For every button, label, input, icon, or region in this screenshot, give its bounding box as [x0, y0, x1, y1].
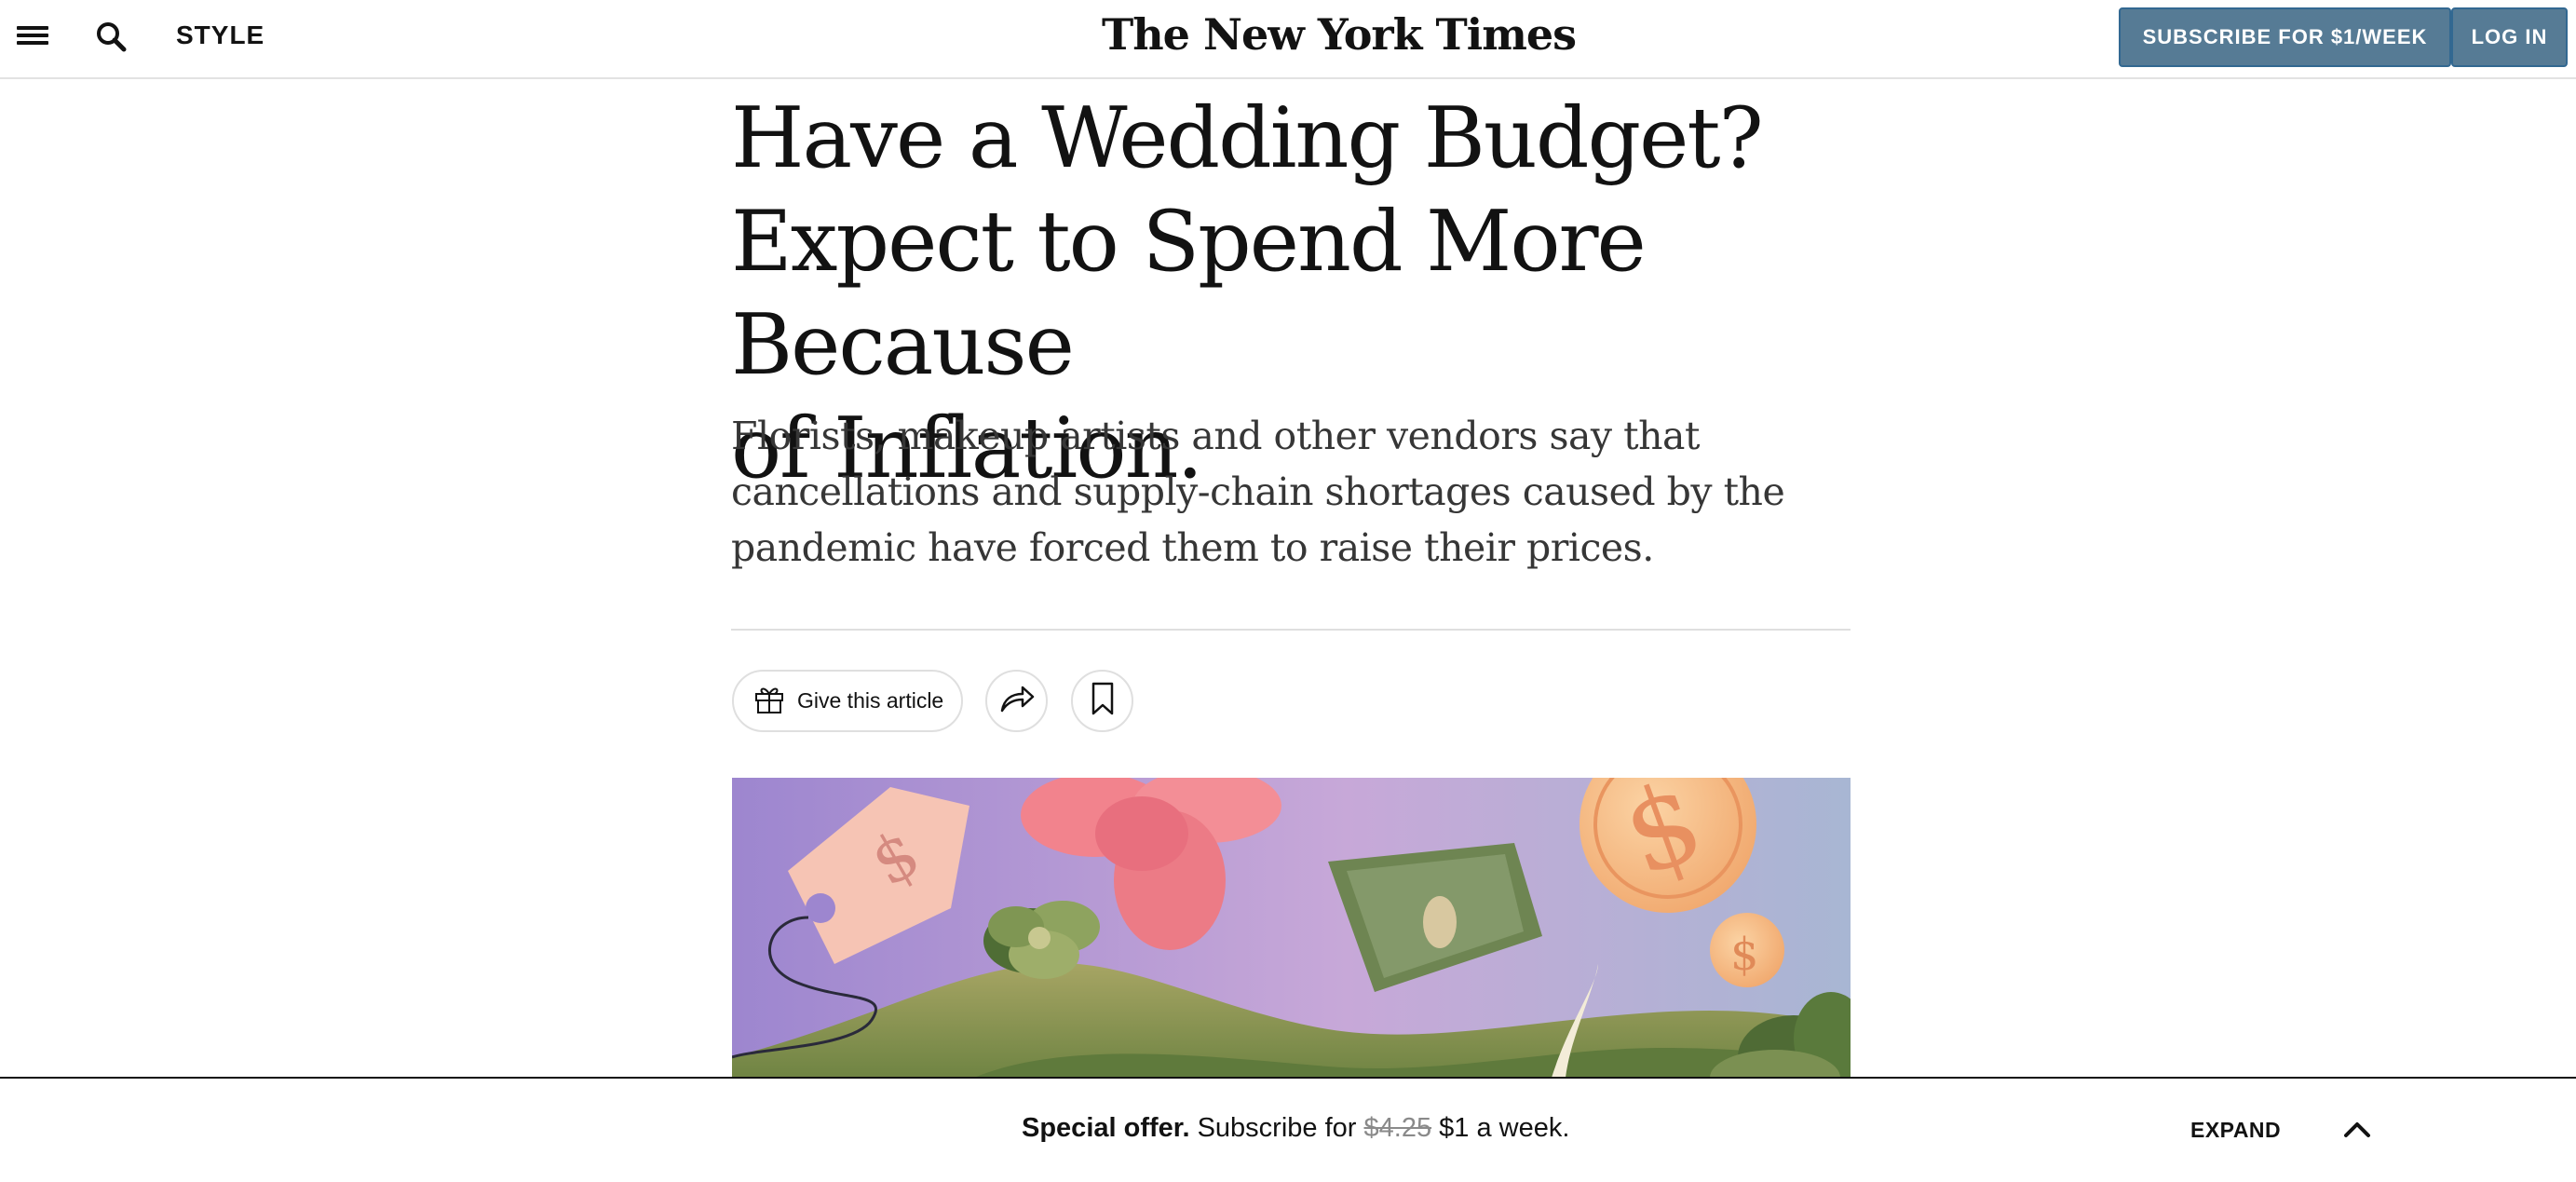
offer-lead: Special offer.	[1022, 1113, 1190, 1143]
give-article-button[interactable]: Give this article	[732, 670, 963, 732]
bookmark-icon	[1090, 681, 1116, 721]
menu-icon[interactable]	[17, 22, 48, 50]
offer-text-after: $1 a week.	[1431, 1113, 1570, 1143]
section-link-style[interactable]: STYLE	[176, 20, 264, 50]
subscribe-button[interactable]: SUBSCRIBE FOR $1/WEEK	[2119, 7, 2451, 67]
headline-line: Expect to Spend More Because	[731, 193, 1647, 394]
offer-text[interactable]: Special offer. Subscribe for $4.25 $1 a …	[1022, 1113, 1569, 1144]
expand-button[interactable]: EXPAND	[2190, 1118, 2281, 1143]
login-button[interactable]: LOG IN	[2451, 7, 2568, 67]
special-offer-bar: Special offer. Subscribe for $4.25 $1 a …	[0, 1077, 2576, 1182]
offer-text-before: Subscribe for	[1189, 1113, 1364, 1143]
svg-text:$: $	[1730, 929, 1759, 981]
nyt-logo[interactable]: The New York Times	[1102, 9, 1577, 60]
give-article-label: Give this article	[797, 688, 944, 713]
top-navigation-bar: STYLE The New York Times SUBSCRIBE FOR $…	[0, 0, 2576, 79]
save-button[interactable]	[1071, 670, 1133, 732]
chevron-up-icon[interactable]	[2341, 1116, 2373, 1142]
offer-old-price: $4.25	[1363, 1113, 1432, 1143]
headline-line: Have a Wedding Budget?	[731, 89, 1764, 187]
divider	[731, 629, 1851, 631]
share-button[interactable]	[985, 670, 1048, 732]
hero-illustration: $ $ $	[732, 778, 1851, 1078]
gift-icon	[752, 682, 786, 720]
search-icon[interactable]	[93, 19, 130, 56]
share-icon	[998, 683, 1036, 719]
article-summary: Florists, makeup artists and other vendo…	[731, 414, 1785, 570]
